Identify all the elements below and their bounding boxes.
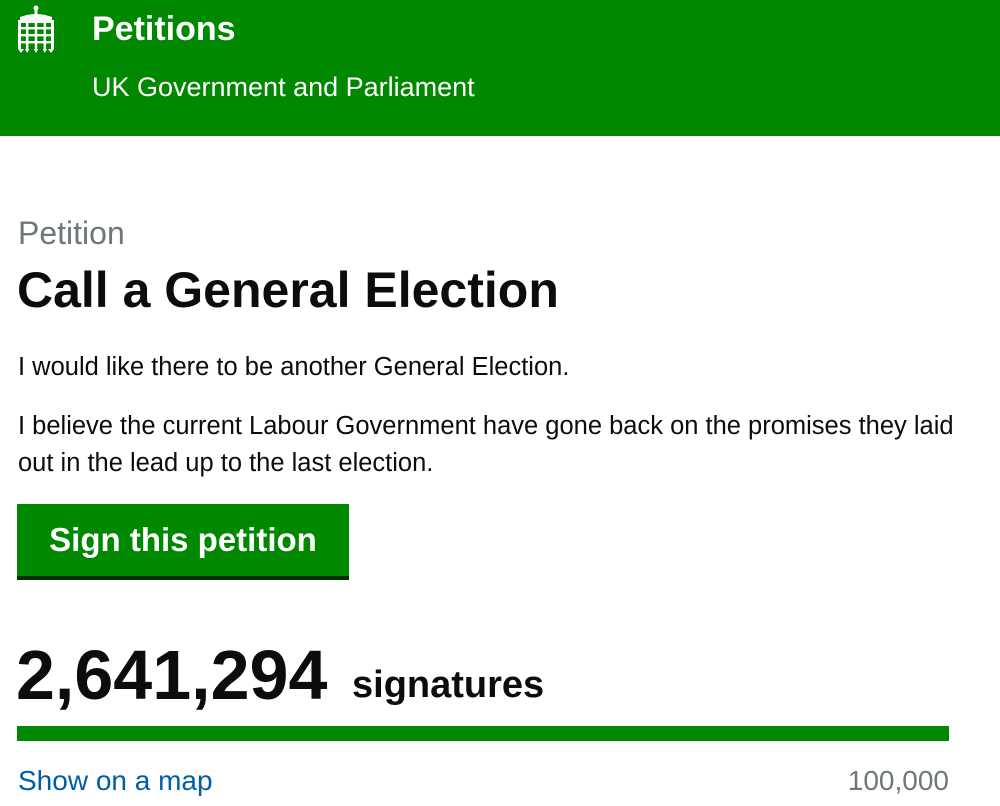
portcullis-icon[interactable]: [16, 5, 56, 53]
petition-caption: Petition: [18, 215, 125, 251]
petition-background-text: I believe the current Labour Government …: [18, 412, 954, 477]
signature-progress-bar: [17, 726, 949, 741]
sign-petition-button[interactable]: Sign this petition: [17, 504, 349, 576]
petition-title: Call a General Election: [17, 262, 559, 318]
site-subtitle: UK Government and Parliament: [92, 72, 475, 102]
petition-action-text: I would like there to be another General…: [18, 353, 570, 381]
signature-count: 2,641,294: [16, 636, 328, 714]
signature-progress-fill: [17, 726, 949, 741]
show-on-map-link[interactable]: Show on a map: [18, 763, 213, 799]
site-header: Petitions UK Government and Parliament: [0, 0, 1000, 136]
signature-count-label: signatures: [352, 664, 545, 706]
signature-threshold: 100,000: [847, 765, 949, 796]
site-title[interactable]: Petitions: [92, 9, 236, 49]
